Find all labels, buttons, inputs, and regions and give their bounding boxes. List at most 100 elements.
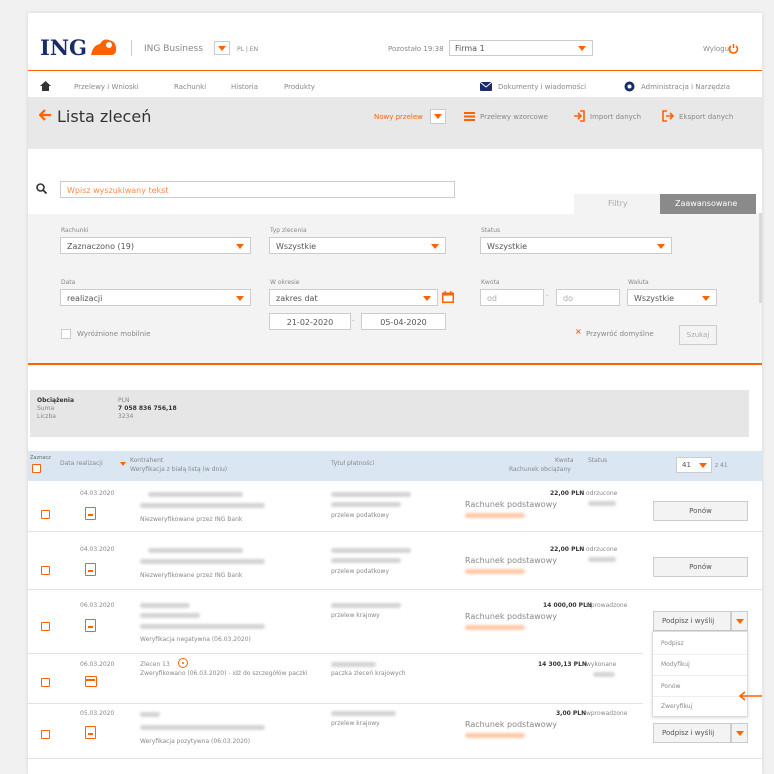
power-icon[interactable] [728, 43, 739, 54]
menu-item-sign[interactable]: Podpisz [661, 641, 684, 647]
templates-link[interactable]: Przelewy wzorcowe [480, 114, 548, 121]
row-verify: Niezweryfikowane przez ING Bank [140, 572, 243, 579]
product-dropdown[interactable] [214, 41, 230, 55]
menu-item-retry[interactable]: Ponów [661, 684, 680, 690]
logout-link[interactable]: Wyloguj [703, 46, 731, 53]
row-title: przelew krajowy [331, 720, 380, 727]
company-select[interactable]: Firma 1 [449, 40, 593, 56]
nav-admin[interactable]: Administracja i Narzędzia [641, 84, 730, 91]
nav-history[interactable]: Historia [231, 84, 258, 91]
back-arrow-icon[interactable] [39, 109, 51, 121]
row-status: odrzucone [586, 546, 618, 553]
row-checkbox[interactable] [41, 730, 50, 739]
type-select[interactable]: Wszystkie [269, 237, 446, 254]
lion-logo-icon [91, 39, 117, 55]
status-select[interactable]: Wszystkie [480, 237, 672, 254]
col-title[interactable]: Tytuł płatności [331, 461, 374, 467]
title-line [331, 558, 401, 563]
amount-from-input[interactable]: od [480, 289, 544, 306]
menu-item-verify[interactable]: Zweryfikuj [661, 704, 692, 710]
new-transfer-dropdown[interactable] [430, 109, 446, 124]
product-name: ING Business [144, 44, 203, 54]
date-label: Data [61, 279, 76, 286]
new-transfer-label[interactable]: Nowy przelew [374, 114, 423, 121]
action-menu: Podpisz Modyfikuj Ponów Zweryfikuj [652, 631, 748, 717]
currency-select[interactable]: Wszystkie [627, 289, 717, 306]
row-checkbox[interactable] [41, 622, 50, 631]
sign-send-dropdown[interactable] [731, 723, 748, 743]
search-icon [36, 183, 47, 194]
language-switch[interactable]: PL | EN [237, 47, 258, 53]
row-account: Rachunek podstawowy [465, 720, 557, 729]
col-amount[interactable]: Kwota [555, 458, 574, 464]
export-link[interactable]: Eksport danych [679, 114, 733, 121]
accounts-select[interactable]: Zaznaczono (19) [60, 237, 251, 254]
calendar-icon[interactable] [442, 291, 454, 303]
row-checkbox[interactable] [41, 678, 50, 687]
row-divider [28, 589, 762, 590]
col-date[interactable]: Data realizacji [60, 461, 103, 467]
select-all-checkbox[interactable] [32, 464, 41, 473]
retry-button[interactable]: Ponów [653, 501, 748, 521]
title-line [331, 662, 376, 667]
status-detail [588, 557, 616, 562]
info-icon[interactable] [178, 658, 188, 668]
nav-products[interactable]: Produkty [284, 84, 315, 91]
period-label: W okresie [270, 279, 300, 286]
date-to-input[interactable]: 05-04-2020 [361, 313, 446, 330]
row-divider [28, 758, 762, 759]
sign-send-button[interactable]: Podpisz i wyślij [653, 723, 731, 743]
row-verify: Niezweryfikowane przez ING Bank [140, 516, 243, 523]
col-contractor[interactable]: Kontrahent [130, 458, 163, 464]
tab-filters[interactable]: Filtry [574, 194, 660, 214]
reset-link[interactable]: Przywróć domyślne [586, 331, 654, 338]
row-date: 06.03.2020 [80, 661, 115, 668]
page-size-select[interactable]: 41 [676, 457, 712, 473]
col-select: Zaznacz [30, 455, 51, 461]
menu-item-modify[interactable]: Modyfikuj [661, 662, 690, 668]
row-verify[interactable]: Zweryfikowano (06.03.2020) - idź do szcz… [140, 671, 308, 677]
sign-send-button[interactable]: Podpisz i wyślij [653, 611, 731, 631]
account-number [465, 733, 525, 738]
row-package[interactable]: Zlecen 13 [140, 662, 170, 668]
import-link[interactable]: Import danych [590, 114, 641, 121]
nav-accounts[interactable]: Rachunki [174, 84, 206, 91]
row-checkbox[interactable] [41, 566, 50, 575]
amount-to-input[interactable]: do [556, 289, 620, 306]
type-label: Typ zlecenia [270, 227, 307, 234]
page-info: z 41 [715, 462, 728, 469]
search-input[interactable]: Wpisz wyszukiwany tekst [60, 181, 455, 198]
menu-divider [653, 675, 747, 676]
mobile-checkbox[interactable] [61, 329, 71, 339]
reset-icon[interactable]: × [575, 328, 582, 336]
date-from-input[interactable]: 21-02-2020 [269, 313, 351, 330]
ing-logo: ING [40, 35, 87, 60]
period-select[interactable]: zakres dat [269, 289, 438, 306]
col-status[interactable]: Status [588, 458, 607, 464]
account-number [465, 513, 525, 518]
row-amount: 22,00 PLN [550, 546, 585, 553]
search-button[interactable]: Szukaj [679, 325, 717, 345]
home-icon[interactable] [40, 81, 51, 91]
tab-advanced[interactable]: Zaawansowane [660, 194, 756, 214]
row-checkbox[interactable] [41, 510, 50, 519]
row-divider [28, 653, 643, 654]
row-verify: Weryfikacja negatywna (06.03.2020) [140, 636, 251, 643]
sign-send-dropdown[interactable] [731, 611, 748, 631]
row-title: przelew krajowy [331, 612, 380, 619]
row-date: 06.03.2020 [80, 602, 115, 609]
mobile-label: Wyróżnione mobilnie [77, 330, 151, 338]
col-contractor-sub[interactable]: Weryfikacja z białą listą (w dniu) [130, 467, 227, 473]
contractor-account [140, 503, 265, 508]
sort-desc-icon[interactable] [120, 462, 126, 466]
row-status: odrzucone [586, 490, 618, 497]
nav-documents[interactable]: Dokumenty i wiadomości [498, 84, 586, 91]
row-amount: 3,00 PLN [556, 710, 587, 717]
scrollbar[interactable] [759, 213, 762, 303]
nav-transfers[interactable]: Przelewy i Wnioski [74, 84, 139, 91]
document-icon [85, 726, 96, 739]
summary-count: 3234 [118, 413, 134, 420]
date-select[interactable]: realizacji [60, 289, 251, 306]
retry-button[interactable]: Ponów [653, 557, 748, 577]
col-account[interactable]: Rachunek obciążany [509, 467, 571, 473]
